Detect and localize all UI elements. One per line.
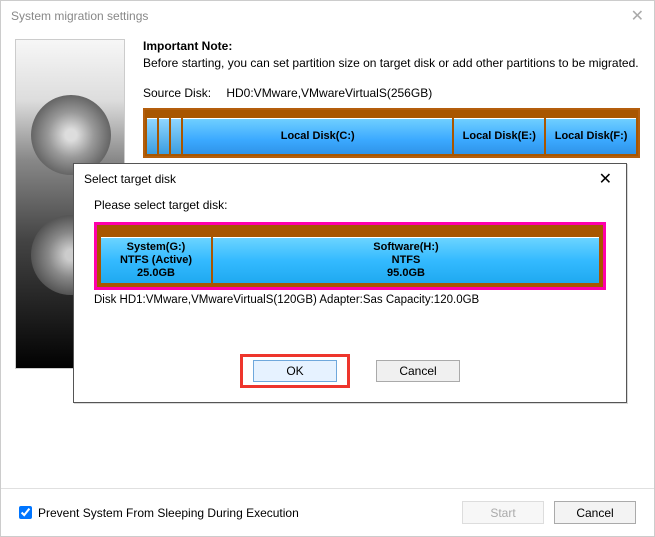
- partition-h[interactable]: Software(H:) NTFS 95.0GB: [213, 237, 599, 283]
- dialog-title: Select target disk: [84, 172, 176, 186]
- target-disk-bar[interactable]: System(G:) NTFS (Active) 25.0GB Software…: [97, 225, 603, 287]
- partition-reserved-3: [171, 118, 181, 154]
- partition-c[interactable]: Local Disk(C:): [183, 118, 452, 154]
- partition-g-fs: NTFS (Active): [120, 254, 192, 267]
- partition-f[interactable]: Local Disk(F:): [546, 118, 636, 154]
- dialog-title-bar: Select target disk ✕: [74, 164, 626, 194]
- dialog-close-icon[interactable]: ✕: [595, 169, 616, 189]
- window-title: System migration settings: [11, 9, 148, 23]
- partition-h-size: 95.0GB: [387, 267, 425, 280]
- partition-e[interactable]: Local Disk(E:): [454, 118, 544, 154]
- dialog-body: Please select target disk: System(G:) NT…: [74, 194, 626, 354]
- close-icon[interactable]: ✕: [631, 6, 644, 26]
- prevent-sleep-checkbox[interactable]: Prevent System From Sleeping During Exec…: [19, 506, 299, 520]
- partition-g[interactable]: System(G:) NTFS (Active) 25.0GB: [101, 237, 211, 283]
- partition-reserved-1: [147, 118, 157, 154]
- ok-button[interactable]: OK: [253, 360, 337, 382]
- footer: Prevent System From Sleeping During Exec…: [1, 488, 654, 536]
- dialog-buttons: OK Cancel: [74, 354, 626, 402]
- target-disk-highlight: System(G:) NTFS (Active) 25.0GB Software…: [94, 222, 606, 290]
- prevent-sleep-input[interactable]: [19, 506, 32, 519]
- partition-g-name: System(G:): [127, 241, 186, 254]
- partition-h-name: Software(H:): [373, 241, 438, 254]
- source-disk-value: HD0:VMware,VMwareVirtualS(256GB): [226, 86, 432, 100]
- dialog-prompt: Please select target disk:: [94, 198, 606, 212]
- cancel-button[interactable]: Cancel: [554, 501, 636, 524]
- partition-reserved-2: [159, 118, 169, 154]
- source-label: Source Disk:: [143, 86, 223, 100]
- main-window: System migration settings ✕ Important No…: [0, 0, 655, 537]
- select-target-dialog: Select target disk ✕ Please select targe…: [73, 163, 627, 403]
- dialog-cancel-button[interactable]: Cancel: [376, 360, 460, 382]
- partition-h-fs: NTFS: [392, 254, 421, 267]
- start-button: Start: [462, 501, 544, 524]
- note-text: Before starting, you can set partition s…: [143, 55, 640, 72]
- note-heading: Important Note:: [143, 39, 640, 53]
- title-bar: System migration settings ✕: [1, 1, 654, 31]
- source-row: Source Disk: HD0:VMware,VMwareVirtualS(2…: [143, 86, 640, 100]
- target-disk-info: Disk HD1:VMware,VMwareVirtualS(120GB) Ad…: [94, 294, 606, 306]
- ok-highlight: OK: [240, 354, 350, 388]
- partition-g-size: 25.0GB: [137, 267, 175, 280]
- prevent-sleep-label: Prevent System From Sleeping During Exec…: [38, 506, 299, 520]
- source-disk-bar[interactable]: Local Disk(C:) Local Disk(E:) Local Disk…: [143, 108, 640, 158]
